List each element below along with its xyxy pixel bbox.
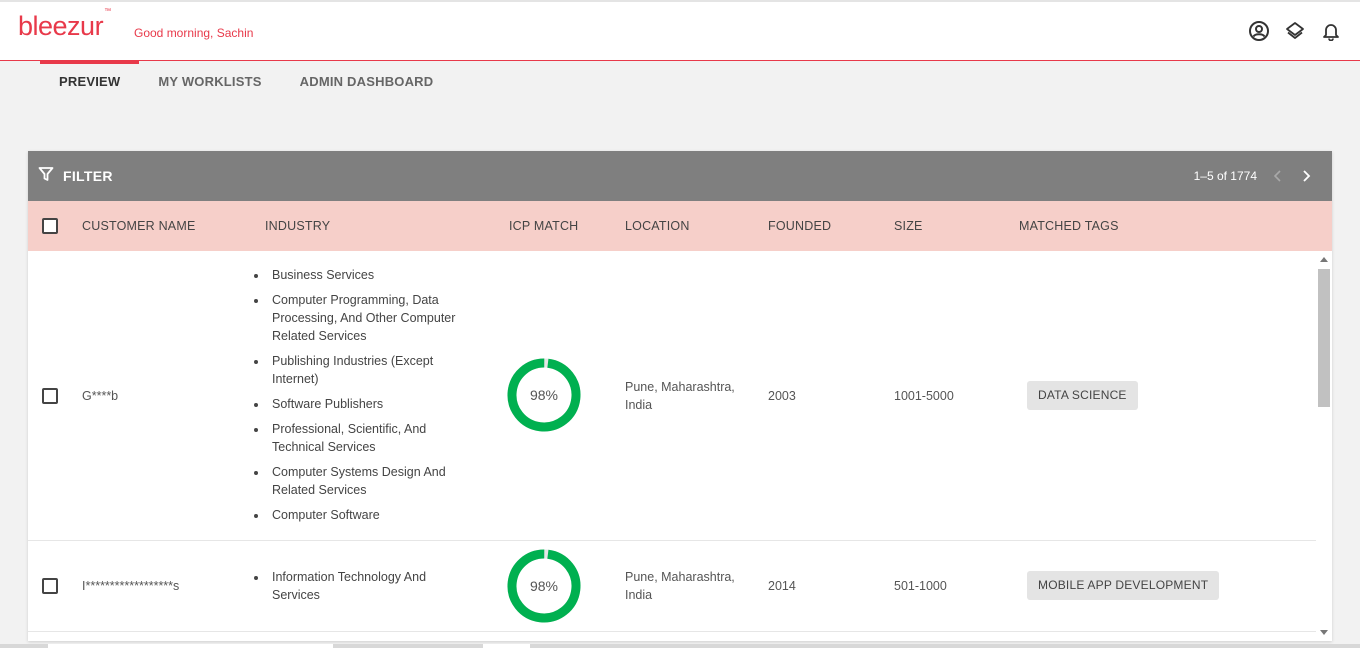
scrollbar-gap bbox=[483, 644, 530, 648]
location: Pune, Maharashtra, India bbox=[625, 380, 735, 412]
vertical-scrollbar[interactable] bbox=[1316, 251, 1332, 641]
pagination: 1–5 of 1774 bbox=[1194, 151, 1320, 201]
main-tabs: PREVIEW MY WORKLISTS ADMIN DASHBOARD bbox=[40, 60, 453, 101]
matched-tag-chip[interactable]: MOBILE APP DEVELOPMENT bbox=[1027, 571, 1220, 600]
chevron-left-icon[interactable] bbox=[1264, 162, 1292, 190]
pagination-range: 1–5 of 1774 bbox=[1193, 169, 1257, 183]
list-item: Computer Software bbox=[244, 506, 474, 524]
filter-toolbar: FILTER 1–5 of 1774 bbox=[28, 151, 1332, 201]
chevron-right-icon[interactable] bbox=[1292, 162, 1320, 190]
customer-name[interactable]: G****b bbox=[82, 387, 118, 405]
results-panel: FILTER 1–5 of 1774 CUSTOMER NAME INDUSTR… bbox=[28, 151, 1332, 641]
list-item: Computer Programming, Data Processing, A… bbox=[244, 291, 474, 345]
list-item: Information Technology And Services bbox=[244, 568, 474, 604]
top-app-bar: bleezur™ Good morning, Sachin bbox=[0, 0, 1360, 61]
icp-match-value: 98% bbox=[529, 578, 559, 594]
table-header: CUSTOMER NAME INDUSTRY ICP MATCH LOCATIO… bbox=[28, 201, 1332, 251]
row-checkbox[interactable] bbox=[42, 388, 58, 404]
col-customer-name[interactable]: CUSTOMER NAME bbox=[82, 219, 196, 233]
scroll-up-arrow[interactable] bbox=[1320, 257, 1328, 262]
greeting-text: Good morning, Sachin bbox=[134, 26, 254, 40]
list-item: Business Services bbox=[244, 266, 474, 284]
founded: 2003 bbox=[768, 389, 796, 403]
col-industry[interactable]: INDUSTRY bbox=[265, 219, 330, 233]
list-item: Software Publishers bbox=[244, 395, 474, 413]
table-row[interactable]: G****b Business Services Computer Progra… bbox=[28, 251, 1316, 541]
layers-icon[interactable] bbox=[1284, 20, 1306, 42]
tab-preview[interactable]: PREVIEW bbox=[40, 60, 140, 101]
table-row[interactable]: I******************s Information Technol… bbox=[28, 541, 1316, 632]
col-icp-match[interactable]: ICP MATCH bbox=[509, 219, 578, 233]
col-matched-tags[interactable]: MATCHED TAGS bbox=[1019, 219, 1119, 233]
customer-name[interactable]: I******************s bbox=[82, 577, 179, 595]
list-item: Professional, Scientific, And Technical … bbox=[244, 420, 474, 456]
founded: 2014 bbox=[768, 579, 796, 593]
icp-match-donut: 98% bbox=[507, 549, 581, 623]
select-all-checkbox[interactable] bbox=[42, 218, 58, 234]
company-size: 501-1000 bbox=[894, 579, 947, 593]
list-item: Computer Systems Design And Related Serv… bbox=[244, 463, 474, 499]
col-size[interactable]: SIZE bbox=[894, 219, 923, 233]
filter-button[interactable]: FILTER bbox=[38, 166, 113, 187]
matched-tag-chip[interactable]: DATA SCIENCE bbox=[1027, 381, 1138, 410]
list-item: Publishing Industries (Except Internet) bbox=[244, 352, 474, 388]
scrollbar-thumb[interactable] bbox=[48, 644, 333, 648]
bell-icon[interactable] bbox=[1320, 20, 1342, 42]
bleezur-logo[interactable]: bleezur™ bbox=[18, 8, 111, 42]
funnel-icon bbox=[38, 166, 54, 187]
row-checkbox[interactable] bbox=[42, 578, 58, 594]
industry-list: Information Technology And Services bbox=[244, 568, 474, 611]
horizontal-scrollbar[interactable] bbox=[0, 644, 1360, 648]
tab-my-worklists[interactable]: MY WORKLISTS bbox=[139, 61, 280, 101]
icp-match-value: 98% bbox=[529, 387, 559, 403]
account-circle-icon[interactable] bbox=[1248, 20, 1270, 42]
industry-list: Business Services Computer Programming, … bbox=[244, 266, 474, 531]
filter-label: FILTER bbox=[63, 168, 113, 184]
company-size: 1001-5000 bbox=[894, 389, 954, 403]
scroll-down-arrow[interactable] bbox=[1320, 630, 1328, 635]
col-location[interactable]: LOCATION bbox=[625, 219, 690, 233]
icp-match-donut: 98% bbox=[507, 358, 581, 432]
tab-admin-dashboard[interactable]: ADMIN DASHBOARD bbox=[281, 61, 453, 101]
col-founded[interactable]: FOUNDED bbox=[768, 219, 831, 233]
location: Pune, Maharashtra, India bbox=[625, 570, 735, 602]
scrollbar-thumb[interactable] bbox=[1318, 269, 1330, 407]
